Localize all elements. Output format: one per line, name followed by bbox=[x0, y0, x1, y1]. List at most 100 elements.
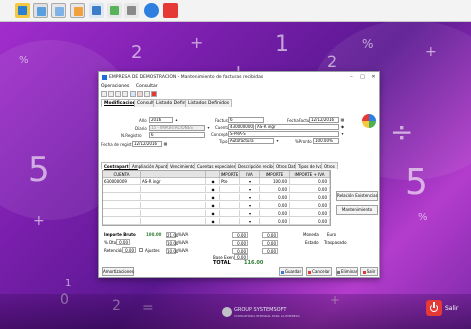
iva-cuota[interactable]: 0.00 bbox=[232, 232, 248, 238]
delete-button[interactable]: Eliminar bbox=[336, 267, 358, 276]
cuenta-cell[interactable] bbox=[103, 194, 141, 201]
maximize-button[interactable]: □ bbox=[358, 74, 367, 81]
save-button[interactable]: Guardar bbox=[279, 267, 303, 276]
concepto-dropdown-icon[interactable]: ▾ bbox=[340, 131, 345, 136]
graph-icon[interactable] bbox=[107, 3, 122, 18]
base-exenta-field[interactable]: 0.00 bbox=[234, 254, 248, 260]
tab-cuentas-especiales[interactable]: Cuentas especiales bbox=[194, 162, 239, 169]
cuenta-cell[interactable] bbox=[103, 218, 141, 225]
info-icon[interactable] bbox=[144, 3, 159, 18]
diario-dropdown-icon[interactable]: ▾ bbox=[206, 125, 211, 130]
power-icon[interactable] bbox=[163, 3, 178, 18]
importe-cell[interactable]: 100.00 bbox=[260, 178, 290, 185]
iva-label: %IVA bbox=[178, 248, 189, 253]
iva-rate[interactable]: 10.00 bbox=[166, 248, 178, 254]
document-icon[interactable] bbox=[51, 3, 66, 18]
iva-dropdown-icon[interactable]: ▾ bbox=[240, 178, 260, 185]
cuenta-cell[interactable] bbox=[103, 186, 141, 193]
dto-field[interactable]: 0.00 bbox=[116, 239, 130, 245]
folder-icon[interactable] bbox=[70, 3, 85, 18]
factura-field[interactable]: 6 bbox=[228, 117, 264, 123]
minimize-button[interactable]: – bbox=[347, 74, 356, 81]
menu-operaciones[interactable]: Operaciones bbox=[101, 84, 129, 89]
relacion-existencias-button[interactable]: Relación Existencias bbox=[336, 191, 378, 201]
calendar-icon[interactable] bbox=[33, 3, 48, 18]
iva-extra[interactable]: 0.00 bbox=[262, 240, 278, 246]
exit-icon[interactable] bbox=[151, 91, 157, 97]
last-record-icon[interactable] bbox=[122, 91, 128, 97]
users-icon[interactable] bbox=[89, 3, 104, 18]
title-bar[interactable]: EMPRESA DE DEMOSTRACION - Mantenimiento … bbox=[99, 72, 379, 83]
binoculars-icon[interactable]: ◆ bbox=[340, 124, 345, 129]
save-icon[interactable] bbox=[130, 91, 136, 97]
col-iva-header: IVA bbox=[240, 171, 260, 178]
diario-field[interactable]: 15 - IMPORTACIONES bbox=[149, 125, 205, 131]
amortizaciones-button[interactable]: Amortizaciones bbox=[102, 267, 134, 276]
prev-record-icon[interactable] bbox=[108, 91, 114, 97]
iva-rate[interactable]: 10.00 bbox=[166, 240, 178, 246]
iva-dropdown-icon[interactable]: ▾ bbox=[240, 218, 260, 225]
delete-icon[interactable] bbox=[137, 91, 143, 97]
menu-consultar[interactable]: Consultar bbox=[136, 84, 158, 89]
cuenta-cell[interactable] bbox=[103, 202, 141, 209]
mantenimiento-button[interactable]: Mantenimiento bbox=[336, 205, 378, 215]
iva-cell[interactable] bbox=[220, 202, 240, 209]
tab-listados-definidos[interactable]: Listados Definidos bbox=[185, 99, 233, 107]
iva-extra[interactable]: 0.00 bbox=[262, 248, 278, 254]
tab-otros[interactable]: Otros bbox=[321, 162, 338, 169]
n-registro-field[interactable]: 6 bbox=[149, 132, 205, 138]
calendar-icon[interactable]: ▦ bbox=[340, 117, 345, 122]
desktop-exit-button[interactable]: Salir bbox=[426, 300, 466, 322]
cancel-button[interactable]: Cancelar bbox=[306, 267, 332, 276]
iva-dropdown-icon[interactable]: ▾ bbox=[240, 194, 260, 201]
tipo-select[interactable]: Autofactura bbox=[228, 138, 274, 144]
importe-cell[interactable]: 0.00 bbox=[260, 218, 290, 225]
importe-cell[interactable]: 0.00 bbox=[260, 186, 290, 193]
binoculars-icon[interactable]: ◆ bbox=[206, 194, 220, 201]
iva-dropdown-icon[interactable]: ▾ bbox=[240, 210, 260, 217]
iva-dropdown-icon[interactable]: ▾ bbox=[240, 202, 260, 209]
binoculars-icon[interactable]: ◆ bbox=[206, 202, 220, 209]
cuenta-field[interactable]: 430000000 bbox=[228, 124, 254, 130]
calculator-icon[interactable] bbox=[124, 3, 139, 18]
cuenta-cell[interactable] bbox=[103, 210, 141, 217]
importe-cell[interactable]: 0.00 bbox=[260, 202, 290, 209]
importe-cell[interactable]: 0.00 bbox=[260, 210, 290, 217]
anio-spin-icon[interactable]: ▴ bbox=[174, 117, 179, 122]
anio-field[interactable]: 2016 bbox=[149, 117, 173, 123]
close-button[interactable]: ✕ bbox=[369, 74, 378, 81]
iva-rate[interactable]: 21.00 bbox=[166, 232, 178, 238]
chart-icon[interactable] bbox=[15, 3, 30, 18]
desc-cell bbox=[141, 202, 206, 209]
col-importe-iva-header: IMPORTE + IVA bbox=[290, 171, 330, 178]
tipo-dropdown-icon[interactable]: ▾ bbox=[275, 138, 280, 143]
binoculars-icon[interactable]: ◆ bbox=[206, 186, 220, 193]
first-record-icon[interactable] bbox=[101, 91, 107, 97]
record-toolbar bbox=[99, 90, 379, 98]
col-cuenta-header: CUENTA bbox=[103, 171, 141, 178]
pronto-field[interactable]: 100.00% bbox=[313, 138, 339, 144]
print-icon[interactable] bbox=[144, 91, 150, 97]
iva-dropdown-icon[interactable]: ▾ bbox=[240, 186, 260, 193]
fecha-factura-field[interactable]: 12/12/2016 bbox=[309, 117, 339, 123]
binoculars-icon[interactable]: ◆ bbox=[206, 210, 220, 217]
iva-extra[interactable]: 0.00 bbox=[262, 232, 278, 238]
exit-button[interactable]: Salir bbox=[360, 267, 378, 276]
binoculars-icon[interactable]: ◆ bbox=[206, 178, 220, 185]
ajustes-checkbox[interactable] bbox=[139, 248, 143, 252]
iva-cuota[interactable]: 0.00 bbox=[232, 240, 248, 246]
tab-descripcion-recibo[interactable]: Descripción recibo bbox=[235, 162, 278, 169]
next-record-icon[interactable] bbox=[115, 91, 121, 97]
fecha-registro-field[interactable]: 12/12/2016 bbox=[132, 141, 162, 147]
retencion-field[interactable]: 0.00 bbox=[122, 247, 136, 253]
cuenta-cell[interactable]: 630000009 bbox=[103, 178, 141, 185]
calendar-icon[interactable]: ▦ bbox=[163, 141, 168, 146]
iva-cell[interactable] bbox=[220, 186, 240, 193]
concepto-field[interactable]: S-PRA-S bbox=[228, 131, 339, 137]
iva-cell[interactable] bbox=[220, 194, 240, 201]
importe-cell[interactable]: 0.00 bbox=[260, 194, 290, 201]
iva-cell[interactable] bbox=[220, 210, 240, 217]
binoculars-icon[interactable]: ◆ bbox=[206, 218, 220, 225]
iva-cell[interactable]: Pte bbox=[220, 178, 240, 185]
iva-cell[interactable] bbox=[220, 218, 240, 225]
